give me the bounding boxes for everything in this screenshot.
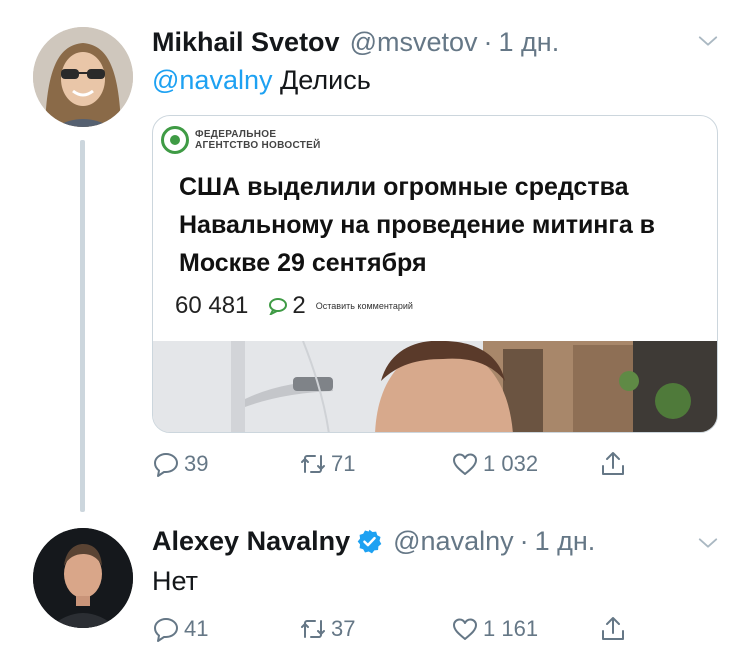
separator: ·	[519, 526, 529, 556]
retweet-button[interactable]: 71	[299, 450, 355, 478]
tweet-text: @navalny Делись	[152, 65, 371, 96]
share-button[interactable]	[599, 615, 627, 643]
card-photo	[153, 341, 717, 432]
author-handle[interactable]: @navalny	[393, 526, 513, 557]
reply-button[interactable]: 39	[152, 450, 208, 478]
comment-icon	[269, 298, 288, 315]
link-card[interactable]: ФЕДЕРАЛЬНОЕ АГЕНТСТВО НОВОСТЕЙ США выдел…	[152, 115, 718, 433]
reply-icon	[154, 453, 178, 477]
logo-icon	[161, 126, 189, 154]
like-icon	[453, 453, 477, 475]
retweet-count: 71	[331, 451, 356, 476]
caret-down-icon[interactable]	[697, 30, 719, 52]
author-name[interactable]: Alexey Navalny	[152, 526, 350, 557]
tweet-actions: 41 37 1 161	[152, 615, 642, 645]
like-button[interactable]: 1 032	[451, 450, 538, 478]
reply-icon	[154, 618, 178, 642]
tweet-header: Alexey Navalny @navalny · 1 дн.	[152, 526, 595, 557]
separator: ·	[483, 27, 493, 57]
comments-count: 2	[292, 292, 306, 319]
retweet-icon	[301, 620, 325, 638]
mention-link[interactable]: @navalny	[152, 65, 272, 95]
like-icon	[453, 618, 477, 640]
share-button[interactable]	[599, 450, 627, 478]
retweet-count: 37	[331, 616, 356, 641]
leave-comment-link: Оставить комментарий	[315, 301, 413, 311]
retweet-icon	[301, 455, 325, 473]
card-stats: 60 481 2 Оставить комментарий	[175, 292, 413, 320]
avatar[interactable]	[33, 528, 133, 628]
news-agency-logo: ФЕДЕРАЛЬНОЕ АГЕНТСТВО НОВОСТЕЙ	[161, 126, 321, 154]
author-handle[interactable]: @msvetov	[350, 27, 478, 58]
share-icon	[602, 452, 624, 475]
reply-button[interactable]: 41	[152, 615, 208, 643]
like-button[interactable]: 1 161	[451, 615, 538, 643]
reply-count: 41	[184, 616, 209, 641]
tweet-text: Нет	[152, 566, 198, 596]
tweet-text-body: Делись	[280, 65, 371, 95]
tweet-navalny[interactable]: Alexey Navalny @navalny · 1 дн. Нет 41 3…	[0, 520, 747, 657]
card-headline: США выделили огромные средства Навальном…	[179, 173, 656, 277]
tweet-header: Mikhail Svetov @msvetov · 1 дн.	[152, 27, 559, 58]
timestamp[interactable]: 1 дн.	[499, 27, 560, 58]
logo-line-1: ФЕДЕРАЛЬНОЕ	[195, 129, 277, 140]
like-count: 1 161	[483, 616, 539, 641]
share-icon	[602, 617, 624, 640]
views-count: 60 481	[175, 292, 249, 319]
tweet-actions: 39 71 1 032	[152, 450, 642, 480]
avatar[interactable]	[33, 27, 133, 127]
timestamp[interactable]: 1 дн.	[535, 526, 596, 557]
retweet-button[interactable]: 37	[299, 615, 355, 643]
caret-down-icon[interactable]	[697, 532, 719, 554]
thread-line	[80, 140, 85, 512]
reply-count: 39	[184, 451, 209, 476]
like-count: 1 032	[483, 451, 539, 476]
tweet-msvetov[interactable]: Mikhail Svetov @msvetov · 1 дн. @navalny…	[0, 0, 747, 520]
logo-line-2: АГЕНТСТВО НОВОСТЕЙ	[195, 140, 321, 151]
verified-badge-icon	[357, 529, 382, 554]
author-name[interactable]: Mikhail Svetov	[152, 27, 340, 58]
